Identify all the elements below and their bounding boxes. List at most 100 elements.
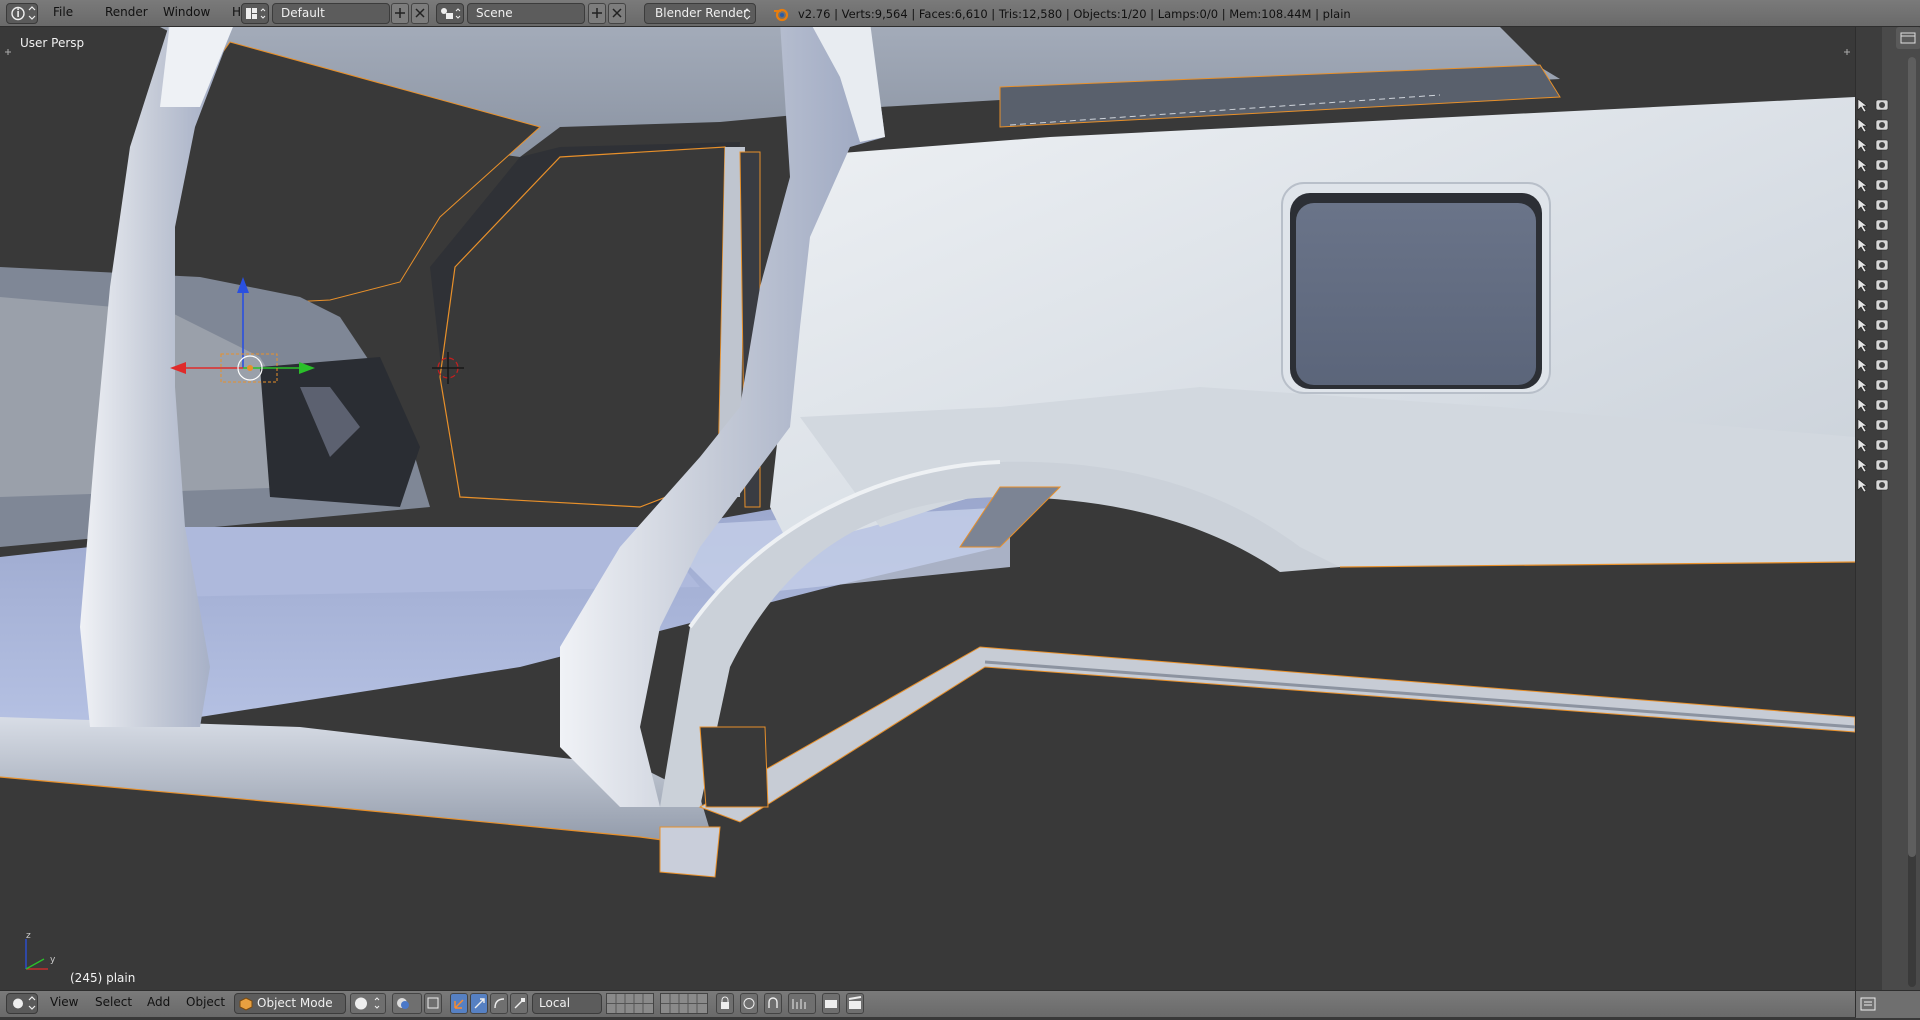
axis-gizmo [25, 939, 48, 970]
viewport-shading-dropdown[interactable] [350, 993, 386, 1014]
outliner-row[interactable] [1856, 277, 1894, 293]
menu-file[interactable]: File [49, 5, 77, 19]
screen-layout-icon [246, 8, 266, 19]
lock-icon [721, 996, 729, 1009]
3d-viewport[interactable]: User Persp z y (245) plain [0, 27, 1855, 990]
outliner-row[interactable] [1856, 117, 1894, 133]
outliner-row[interactable] [1856, 157, 1894, 173]
manipulator-toggle[interactable] [450, 993, 468, 1014]
layers-grid-b[interactable] [660, 993, 708, 1014]
close-icon [612, 8, 622, 18]
layers-grid-a[interactable] [606, 993, 654, 1014]
proportional-edit-toggle[interactable] [740, 993, 758, 1014]
menu-select[interactable]: Select [91, 995, 136, 1009]
orientation-label: Local [539, 996, 571, 1010]
restrict-select-icon[interactable] [1856, 397, 1894, 413]
menu-view[interactable]: View [46, 995, 82, 1009]
outliner-row[interactable] [1856, 457, 1894, 473]
scene-selector[interactable] [436, 3, 464, 24]
outliner-row[interactable] [1856, 317, 1894, 333]
add-scene-button[interactable] [588, 3, 606, 24]
restrict-select-icon[interactable] [1856, 237, 1894, 253]
snap-element-dropdown[interactable] [788, 993, 816, 1014]
outliner-row[interactable] [1856, 217, 1894, 233]
opengl-animation-button[interactable] [846, 993, 864, 1014]
outliner-row[interactable] [1856, 377, 1894, 393]
menu-add[interactable]: Add [143, 995, 174, 1009]
outliner-row[interactable] [1856, 337, 1894, 353]
clapperboard-icon [848, 996, 862, 1009]
add-screen-button[interactable] [391, 3, 409, 24]
opengl-render-button[interactable] [822, 993, 840, 1014]
restrict-select-icon[interactable] [1856, 177, 1894, 193]
restrict-select-icon[interactable] [1856, 357, 1894, 373]
restrict-select-icon[interactable] [1856, 277, 1894, 293]
outliner-row[interactable] [1856, 297, 1894, 313]
mesh-render [0, 27, 1855, 970]
restrict-select-icon[interactable] [1856, 417, 1894, 433]
render-engine-dropdown[interactable]: Blender Render [644, 3, 756, 24]
restrict-select-icon[interactable] [1856, 257, 1894, 273]
outliner-row[interactable] [1856, 357, 1894, 373]
editor-type-button[interactable] [6, 3, 38, 24]
restrict-select-icon[interactable] [1856, 317, 1894, 333]
restrict-select-icon[interactable] [1856, 157, 1894, 173]
object-mode-icon [239, 997, 253, 1011]
outliner-row[interactable] [1856, 137, 1894, 153]
outliner-row[interactable] [1856, 477, 1894, 493]
view3d-icon [13, 996, 36, 1010]
scrollbar-thumb[interactable] [1908, 57, 1916, 857]
restrict-select-icon[interactable] [1856, 297, 1894, 313]
restrict-select-icon[interactable] [1856, 137, 1894, 153]
outliner-row[interactable] [1856, 257, 1894, 273]
outliner-row[interactable] [1856, 237, 1894, 253]
outliner-icon[interactable] [1856, 991, 1886, 1017]
scene-field[interactable]: Scene [467, 3, 585, 24]
restrict-select-icon[interactable] [1856, 377, 1894, 393]
menu-render[interactable]: Render [101, 5, 152, 19]
mode-label: Object Mode [257, 996, 333, 1010]
sidebar-header [1856, 990, 1920, 1018]
restrict-select-icon[interactable] [1856, 437, 1894, 453]
transform-orientation-dropdown[interactable]: Local [532, 993, 602, 1014]
restrict-select-icon[interactable] [1856, 197, 1894, 213]
lock-camera-toggle[interactable] [716, 993, 734, 1014]
info-icon [11, 6, 36, 21]
restrict-select-icon[interactable] [1856, 217, 1894, 233]
occlude-icon [427, 997, 439, 1009]
scrollbar[interactable] [1908, 57, 1916, 987]
outliner-row[interactable] [1856, 197, 1894, 213]
axis-y-label: y [50, 955, 56, 965]
interaction-mode-dropdown[interactable]: Object Mode [234, 993, 346, 1014]
outliner-row[interactable] [1856, 97, 1894, 113]
corner-widget[interactable] [5, 49, 11, 55]
scale-manipulator-button[interactable] [510, 993, 528, 1014]
right-sidebar [1855, 27, 1920, 1018]
delete-scene-button[interactable] [608, 3, 626, 24]
editor-type-button[interactable] [1896, 27, 1920, 49]
pivot-icon [397, 998, 409, 1009]
snap-toggle[interactable] [764, 993, 782, 1014]
restrict-select-icon[interactable] [1856, 457, 1894, 473]
rotate-manipulator-button[interactable] [490, 993, 508, 1014]
screen-layout-field[interactable]: Default [272, 3, 390, 24]
restrict-select-icon[interactable] [1856, 337, 1894, 353]
corner-widget[interactable] [1844, 49, 1850, 55]
editor-type-button[interactable] [6, 993, 38, 1014]
delete-screen-button[interactable] [411, 3, 429, 24]
snap-increment-icon [792, 999, 806, 1009]
screen-layout-selector[interactable] [241, 3, 269, 24]
outliner-row[interactable] [1856, 177, 1894, 193]
menu-window[interactable]: Window [159, 5, 214, 19]
translate-manipulator-button[interactable] [470, 993, 488, 1014]
restrict-select-icon[interactable] [1856, 477, 1894, 493]
restrict-select-icon[interactable] [1856, 97, 1894, 113]
restrict-select-icon[interactable] [1856, 117, 1894, 133]
occlude-geometry-toggle[interactable] [424, 993, 442, 1014]
outliner-row[interactable] [1856, 417, 1894, 433]
solid-shading-icon [355, 997, 380, 1010]
outliner-row[interactable] [1856, 397, 1894, 413]
pivot-point-dropdown[interactable] [392, 993, 422, 1014]
outliner-row[interactable] [1856, 437, 1894, 453]
menu-object[interactable]: Object [182, 995, 229, 1009]
